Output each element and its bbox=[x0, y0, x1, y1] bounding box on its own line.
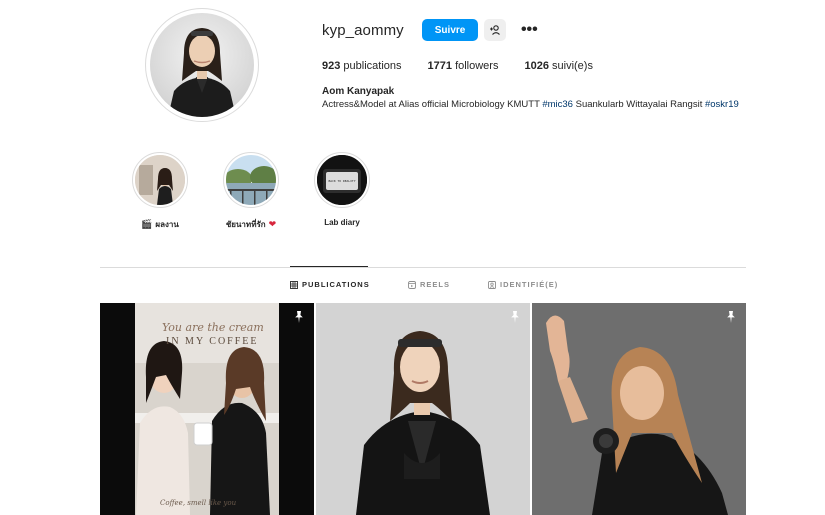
highlight-lab-diary[interactable]: BACK TO REALITY Lab diary bbox=[302, 152, 382, 227]
profile-avatar[interactable] bbox=[150, 13, 254, 117]
add-person-icon bbox=[490, 25, 501, 35]
highlight-cover-image bbox=[135, 155, 185, 205]
suggested-users-button[interactable] bbox=[484, 19, 507, 41]
followers-label: followers bbox=[455, 60, 499, 72]
post-tile-2[interactable] bbox=[316, 303, 530, 515]
following-stat[interactable]: 1026 suivi(e)s bbox=[524, 60, 593, 72]
bio-hashtag-oskr19[interactable]: #oskr19 bbox=[705, 99, 739, 110]
pin-icon bbox=[295, 311, 303, 323]
highlight-cover: BACK TO REALITY bbox=[317, 155, 367, 205]
highlight-label: Lab diary bbox=[324, 218, 360, 227]
highlight-label: ชัยนาทที่รัก ❤ bbox=[226, 218, 276, 231]
posts-stat: 923 publications bbox=[322, 60, 402, 72]
highlight-works[interactable]: 🎬 ผลงาน bbox=[120, 152, 200, 231]
post-tile-1[interactable]: You are the cream IN MY COFFEE Coffee, s… bbox=[100, 303, 314, 515]
tab-tagged[interactable]: IDENTIFIÉ(E) bbox=[488, 280, 558, 289]
tab-label: IDENTIFIÉ(E) bbox=[500, 280, 559, 289]
more-options-button[interactable]: ••• bbox=[518, 19, 540, 41]
highlight-label: 🎬 ผลงาน bbox=[141, 218, 179, 231]
followers-count: 1771 bbox=[427, 60, 452, 72]
highlight-cover-image bbox=[226, 155, 276, 205]
followers-stat[interactable]: 1771 followers bbox=[428, 60, 499, 72]
profile-avatar-ring[interactable] bbox=[145, 8, 259, 122]
profile-bio: Actress&Model at Alias official Microbio… bbox=[322, 99, 739, 110]
posts-count: 923 bbox=[322, 60, 341, 72]
highlight-ring bbox=[223, 152, 279, 208]
posts-label: publications bbox=[343, 60, 402, 72]
post1-script-line: You are the cream bbox=[162, 321, 264, 334]
active-tab-indicator bbox=[290, 266, 368, 267]
highlight-chainat[interactable]: ชัยนาทที่รัก ❤ bbox=[211, 152, 291, 231]
profile-stats: 923 publications 1771 followers 1026 sui… bbox=[322, 60, 619, 72]
post1-footer-line: Coffee, smell like you bbox=[160, 499, 237, 507]
highlight-ring bbox=[132, 152, 188, 208]
following-label: suivi(e)s bbox=[552, 60, 593, 72]
heart-icon: ❤ bbox=[268, 219, 277, 229]
post-image-1 bbox=[135, 303, 279, 515]
highlight-ring: BACK TO REALITY bbox=[314, 152, 370, 208]
tab-label: REELS bbox=[420, 280, 451, 289]
highlight-cover bbox=[226, 155, 276, 205]
tabs-divider bbox=[100, 267, 746, 268]
bio-text-school: Suankularb Wittayalai Rangsit bbox=[572, 99, 705, 110]
highlight-title: ชัยนาทที่รัก bbox=[225, 220, 266, 229]
post-image-2 bbox=[316, 303, 530, 515]
bio-text: Actress&Model at Alias official Microbio… bbox=[322, 99, 543, 110]
post1-title-line: IN MY COFFEE bbox=[166, 336, 259, 347]
highlight-title: ผลงาน bbox=[155, 220, 179, 229]
tagged-icon bbox=[488, 280, 496, 289]
tab-label: PUBLICATIONS bbox=[302, 280, 370, 289]
follow-button[interactable]: Suivre bbox=[421, 19, 479, 41]
profile-username: kyp_aommy bbox=[322, 21, 404, 39]
grid-icon bbox=[290, 280, 298, 289]
tab-publications[interactable]: PUBLICATIONS bbox=[290, 280, 370, 289]
highlight-cover-text: BACK TO REALITY bbox=[328, 179, 356, 183]
post-image-3 bbox=[532, 303, 746, 515]
highlight-cover bbox=[135, 155, 185, 205]
following-count: 1026 bbox=[524, 60, 549, 72]
post-tile-3[interactable] bbox=[532, 303, 746, 515]
pin-icon bbox=[511, 311, 519, 323]
highlight-title: Lab diary bbox=[324, 218, 360, 227]
tab-reels[interactable]: REELS bbox=[408, 280, 450, 289]
pin-icon bbox=[727, 311, 735, 323]
bio-hashtag-mic36[interactable]: #mic36 bbox=[542, 99, 573, 110]
clapperboard-icon: 🎬 bbox=[141, 219, 153, 229]
more-icon: ••• bbox=[520, 21, 538, 38]
profile-full-name: Aom Kanyapak bbox=[322, 86, 395, 97]
profile-header-row: kyp_aommy Suivre ••• bbox=[322, 18, 540, 42]
avatar-portrait bbox=[168, 28, 236, 117]
reels-icon bbox=[408, 280, 416, 289]
